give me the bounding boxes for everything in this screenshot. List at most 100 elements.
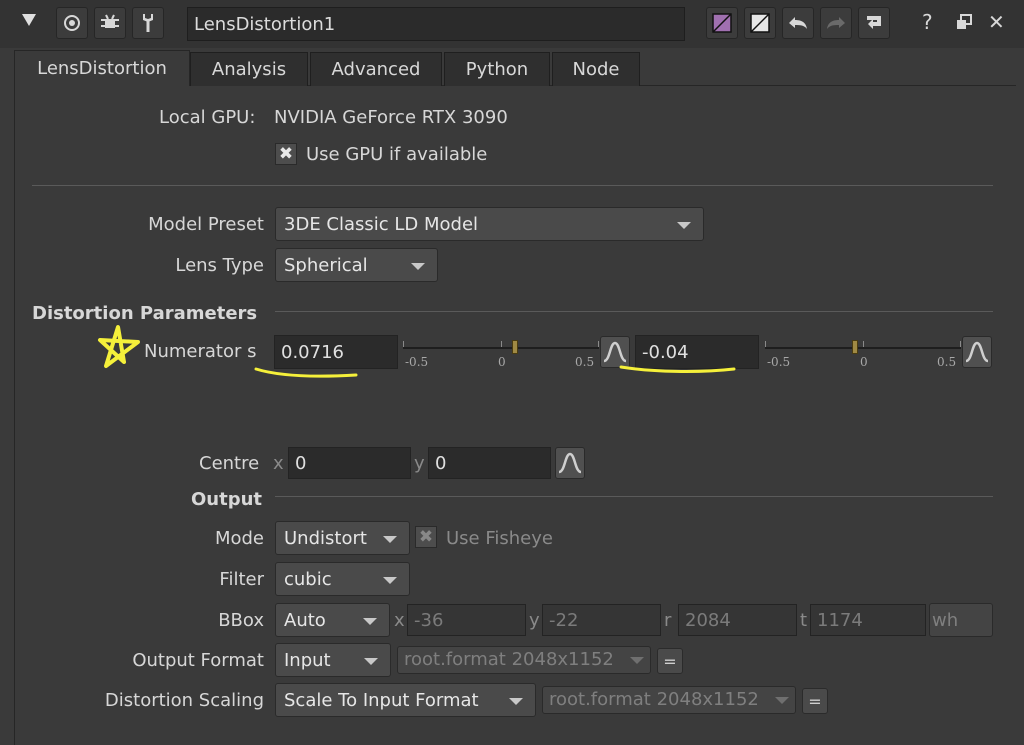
local-gpu-value: NVIDIA GeForce RTX 3090 <box>274 107 508 128</box>
bbox-x-label: x <box>394 610 405 631</box>
tab-analysis[interactable]: Analysis <box>190 52 308 86</box>
filter-dropdown[interactable]: cubic <box>275 562 410 596</box>
bug-icon[interactable] <box>94 7 126 39</box>
bbox-t-label: t <box>800 610 808 631</box>
swatch-icon[interactable] <box>744 7 776 39</box>
output-format-dropdown[interactable]: Input <box>275 643 391 677</box>
curve-editor-button[interactable] <box>555 447 585 479</box>
mode-value: Undistort <box>284 528 367 549</box>
model-preset-label: Model Preset <box>148 214 264 235</box>
float-icon[interactable] <box>956 14 972 30</box>
distortion-scaling-ref-dropdown[interactable]: root.format 2048x1152 <box>542 686 796 714</box>
color-swatch-icon[interactable] <box>706 7 738 39</box>
distortion-parameters-heading: Distortion Parameters <box>32 303 258 324</box>
slider-tick-label: -0.5 <box>767 355 791 369</box>
chevron-down-icon <box>383 536 397 543</box>
format-link-button[interactable]: = <box>802 688 828 714</box>
distortion-scaling-label: Distortion Scaling <box>104 690 264 711</box>
bbox-r-input[interactable]: 2084 <box>678 604 797 636</box>
chevron-down-icon <box>630 657 644 664</box>
lens-type-value: Spherical <box>284 255 368 276</box>
slider-tick <box>598 341 599 347</box>
numerator-s-slider-1[interactable]: -0.5 0 0.5 <box>403 337 599 371</box>
output-format-ref-value: root.format 2048x1152 <box>404 649 614 670</box>
underline-annotation <box>252 365 362 386</box>
output-heading: Output <box>191 489 263 510</box>
centre-x-label: x <box>273 453 284 474</box>
distortion-scaling-value: Scale To Input Format <box>284 690 479 711</box>
bbox-wh-label: wh <box>932 610 959 631</box>
slider-tick <box>863 341 864 347</box>
chevron-down-icon <box>677 222 691 229</box>
tab-python[interactable]: Python <box>444 52 550 86</box>
local-gpu-label: Local GPU: <box>159 107 256 128</box>
distortion-scaling-dropdown[interactable]: Scale To Input Format <box>275 683 536 717</box>
use-fisheye-checkbox[interactable]: ✖ <box>415 526 437 548</box>
bbox-y-label: y <box>529 610 540 631</box>
divider <box>275 496 993 497</box>
bbox-x-input[interactable]: -36 <box>407 604 526 636</box>
slider-tick-label: 0 <box>498 355 506 369</box>
numerator-s-value1-input[interactable]: 0.0716 <box>274 335 398 369</box>
slider-tick-label: 0.5 <box>937 355 957 369</box>
slider-tick <box>403 341 404 347</box>
undo-icon[interactable] <box>782 7 814 39</box>
filter-label: Filter <box>219 569 264 590</box>
chevron-down-icon <box>411 263 425 270</box>
slider-handle[interactable] <box>852 340 859 354</box>
revert-icon[interactable] <box>858 7 890 39</box>
use-gpu-checkbox[interactable]: ✖ <box>275 143 297 165</box>
collapse-triangle-icon[interactable] <box>22 14 36 26</box>
node-name-input[interactable]: LensDistortion1 <box>187 7 685 41</box>
viewer-icon[interactable] <box>56 7 88 39</box>
tab-node[interactable]: Node <box>552 52 640 86</box>
slider-handle[interactable] <box>512 340 519 354</box>
lens-type-label: Lens Type <box>175 255 264 276</box>
bbox-value: Auto <box>284 610 326 631</box>
numerator-label: Numerator s <box>144 341 257 362</box>
chevron-down-icon <box>363 618 377 625</box>
centre-x-input[interactable]: 0 <box>288 447 411 479</box>
slider-tick <box>765 341 766 347</box>
slider-tick <box>960 341 961 347</box>
help-icon[interactable]: ? <box>922 10 933 34</box>
properties-titlebar: LensDistortion1 ? ✕ <box>0 0 1024 48</box>
divider <box>32 185 993 186</box>
mode-label: Mode <box>214 528 264 549</box>
tab-advanced[interactable]: Advanced <box>310 52 442 86</box>
numerator-s-slider-2[interactable]: -0.5 0 0.5 <box>765 337 961 371</box>
filter-value: cubic <box>284 569 332 590</box>
divider <box>275 311 993 312</box>
wrench-icon[interactable] <box>132 7 164 39</box>
output-format-ref-dropdown[interactable]: root.format 2048x1152 <box>397 646 651 674</box>
format-link-button[interactable]: = <box>657 648 683 674</box>
centre-label: Centre <box>199 453 260 474</box>
underline-annotation <box>618 362 738 383</box>
output-format-label: Output Format <box>132 650 264 671</box>
chevron-down-icon <box>364 658 378 665</box>
lens-type-dropdown[interactable]: Spherical <box>275 248 438 282</box>
slider-track <box>403 347 599 349</box>
bbox-label: BBox <box>218 610 264 631</box>
use-gpu-label: Use GPU if available <box>306 144 488 165</box>
bbox-t-input[interactable]: 1174 <box>810 604 926 636</box>
close-icon[interactable]: ✕ <box>988 10 1005 34</box>
mode-dropdown[interactable]: Undistort <box>275 521 410 555</box>
slider-tick-label: 0.5 <box>575 355 595 369</box>
bbox-dropdown[interactable]: Auto <box>275 603 390 637</box>
use-fisheye-label: Use Fisheye <box>446 528 553 549</box>
bbox-wh-toggle[interactable]: wh <box>929 603 993 637</box>
chevron-down-icon <box>775 697 789 704</box>
centre-y-input[interactable]: 0 <box>428 447 551 479</box>
slider-tick-label: 0 <box>860 355 868 369</box>
model-preset-dropdown[interactable]: 3DE Classic LD Model <box>275 207 704 241</box>
curve-editor-button[interactable] <box>962 336 992 368</box>
slider-tick-label: -0.5 <box>405 355 429 369</box>
bbox-y-input[interactable]: -22 <box>542 604 661 636</box>
redo-icon <box>820 7 852 39</box>
distortion-scaling-ref-value: root.format 2048x1152 <box>549 689 759 710</box>
bbox-r-label: r <box>664 610 672 631</box>
slider-tick <box>501 341 502 347</box>
tab-lensdistortion[interactable]: LensDistortion <box>14 50 190 86</box>
output-format-value: Input <box>284 650 331 671</box>
